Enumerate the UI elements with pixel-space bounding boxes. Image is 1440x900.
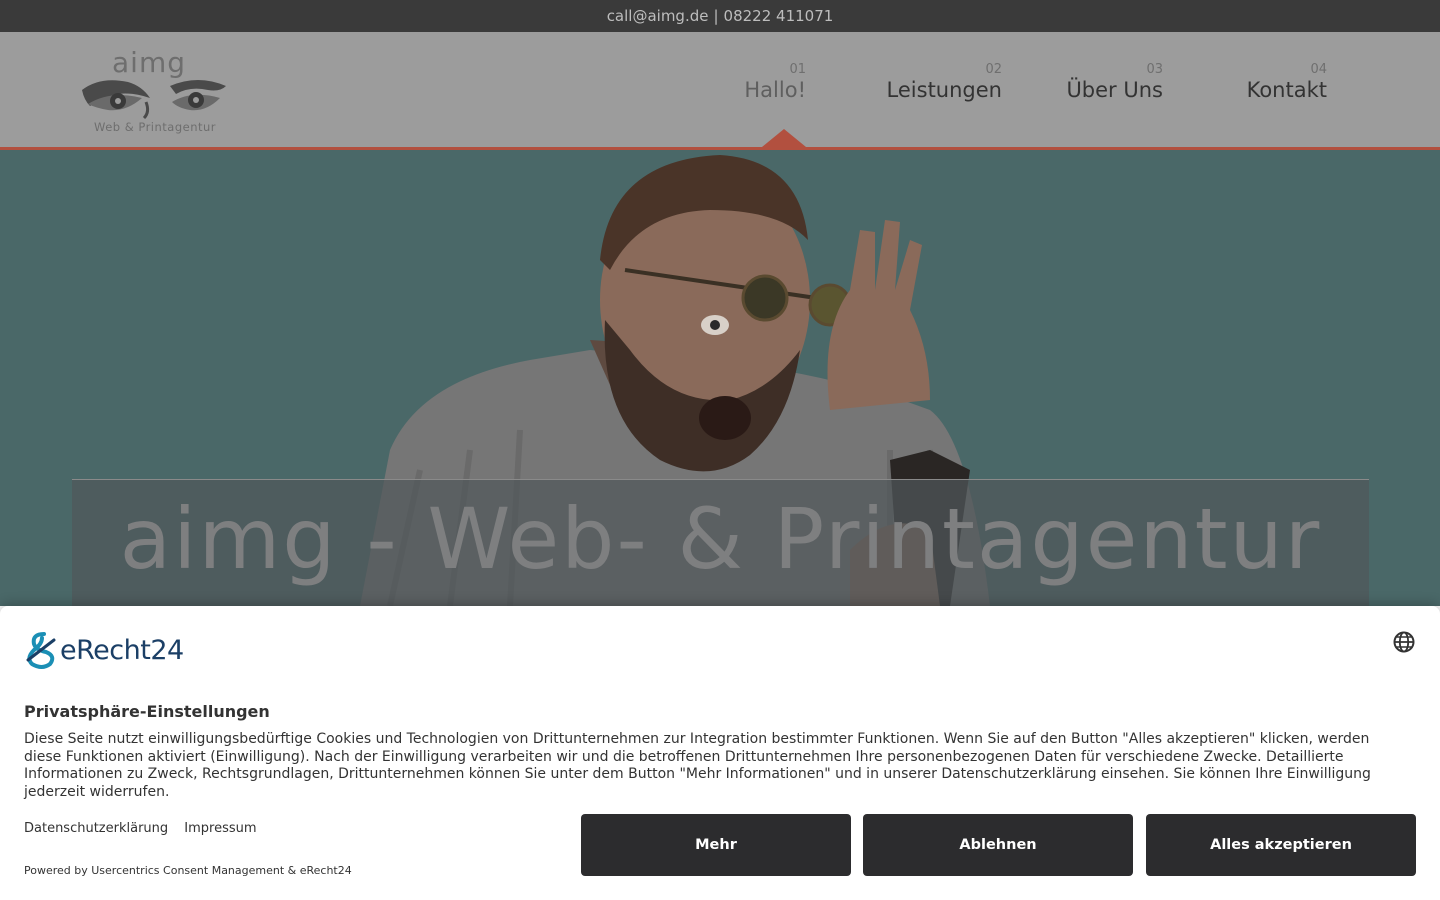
contact-bar: call@aimg.de | 08222 411071 bbox=[0, 0, 1440, 32]
provider-logo: eRecht24 bbox=[24, 630, 184, 670]
nav-number: 04 bbox=[1310, 62, 1327, 77]
nav-item-ueber-uns[interactable]: 03 Über Uns bbox=[1060, 62, 1163, 102]
nav-label: Leistungen bbox=[886, 78, 1002, 102]
consent-links: Datenschutzerklärung Impressum bbox=[24, 821, 269, 836]
nav-item-hallo[interactable]: 01 Hallo! bbox=[740, 62, 806, 102]
hero-section: aimg - Web- & Printagentur bbox=[0, 150, 1440, 606]
consent-description: Diese Seite nutzt einwilligungsbedürftig… bbox=[24, 731, 1371, 801]
consent-title: Privatsphäre-Einstellungen bbox=[24, 702, 270, 721]
deny-button[interactable]: Ablehnen bbox=[863, 814, 1133, 876]
contact-email[interactable]: call@aimg.de bbox=[607, 7, 709, 25]
nav-label: Kontakt bbox=[1246, 78, 1327, 102]
nav-item-leistungen[interactable]: 02 Leistungen bbox=[880, 62, 1002, 102]
privacy-policy-link[interactable]: Datenschutzerklärung bbox=[24, 821, 168, 836]
site-header: aimg Web & Printagentur 01 Hallo! 02 Lei… bbox=[0, 32, 1440, 150]
nav-label: Über Uns bbox=[1066, 78, 1163, 102]
hero-title: aimg - Web- & Printagentur bbox=[119, 490, 1322, 588]
contact-separator: | bbox=[713, 7, 719, 25]
imprint-link[interactable]: Impressum bbox=[184, 821, 256, 836]
contact-phone[interactable]: 08222 411071 bbox=[724, 7, 834, 25]
powered-by-text: Powered by Usercentrics Consent Manageme… bbox=[24, 864, 352, 877]
cookie-consent-banner: eRecht24 Privatsphäre-Einstellungen Dies… bbox=[0, 606, 1440, 900]
nav-number: 03 bbox=[1146, 62, 1163, 77]
nav-number: 01 bbox=[789, 62, 806, 77]
nav-item-kontakt[interactable]: 04 Kontakt bbox=[1240, 62, 1327, 102]
accept-all-button[interactable]: Alles akzeptieren bbox=[1146, 814, 1416, 876]
nav-number: 02 bbox=[985, 62, 1002, 77]
provider-name: eRecht24 bbox=[60, 634, 184, 666]
more-button[interactable]: Mehr bbox=[581, 814, 851, 876]
erecht24-logo-icon bbox=[26, 632, 56, 669]
globe-icon bbox=[1393, 631, 1415, 653]
language-button[interactable] bbox=[1392, 630, 1416, 654]
active-nav-indicator bbox=[762, 129, 806, 147]
nav-label: Hallo! bbox=[744, 78, 806, 102]
main-nav: 01 Hallo! 02 Leistungen 03 Über Uns 04 K… bbox=[0, 62, 1440, 142]
